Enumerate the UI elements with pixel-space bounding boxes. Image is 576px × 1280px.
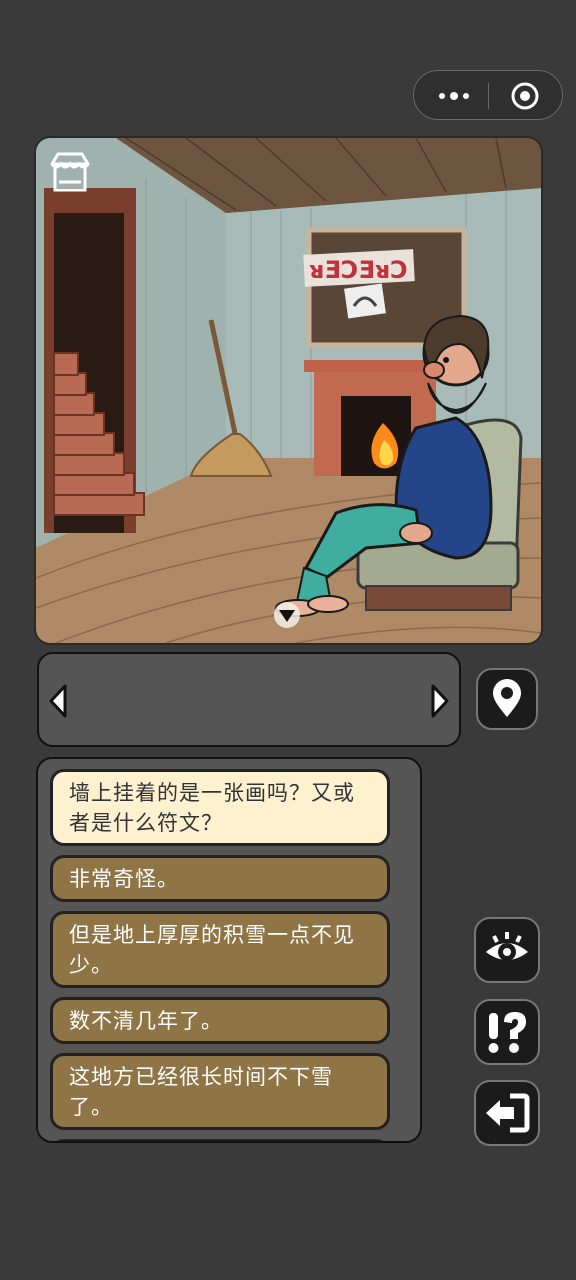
down-triangle-icon[interactable]	[272, 600, 302, 630]
look-button[interactable]	[474, 917, 540, 983]
menu-capsule	[413, 70, 563, 120]
hint-button[interactable]	[474, 999, 540, 1065]
map-pin-icon	[493, 679, 521, 717]
exclaim-question-icon	[488, 1012, 526, 1053]
left-arrow-icon[interactable]	[47, 684, 69, 718]
game-scene[interactable]: ᴚƎƆƎᴚƆ	[36, 138, 541, 643]
dialogue-option[interactable]: 但是地上厚厚的积雪一点不见少。	[50, 911, 390, 988]
more-dots-icon[interactable]	[432, 82, 476, 110]
dialogue-option[interactable]: 数不清几年了。	[50, 997, 390, 1044]
right-arrow-icon[interactable]	[429, 684, 451, 718]
dialogue-list: 墙上挂着的是一张画吗？又或者是什么符文？ 非常奇怪。但是地上厚厚的积雪一点不见少。…	[50, 769, 390, 1141]
shop-icon[interactable]	[46, 148, 94, 196]
dialogue-panel: 墙上挂着的是一张画吗？又或者是什么符文？ 非常奇怪。但是地上厚厚的积雪一点不见少。…	[36, 757, 422, 1143]
dialogue-option[interactable]: 非常奇怪。	[50, 855, 390, 902]
wall-sign-text: ᴚƎƆƎᴚƆ	[309, 256, 408, 284]
dialogue-option[interactable]: 眼看到圣诞节了，为什么还不下	[50, 1139, 390, 1141]
capsule-divider	[488, 83, 489, 109]
dialogue-option[interactable]: 这地方已经很长时间不下雪了。	[50, 1053, 390, 1130]
exit-icon	[486, 1093, 530, 1133]
eye-icon	[486, 932, 528, 961]
dialogue-option[interactable]: 墙上挂着的是一张画吗？又或者是什么符文？	[50, 769, 390, 846]
room-illustration: ᴚƎƆƎᴚƆ	[36, 138, 541, 643]
inventory-bar	[37, 652, 461, 747]
map-button[interactable]	[476, 668, 538, 730]
target-circle-icon[interactable]	[510, 81, 540, 111]
exit-button[interactable]	[474, 1080, 540, 1146]
